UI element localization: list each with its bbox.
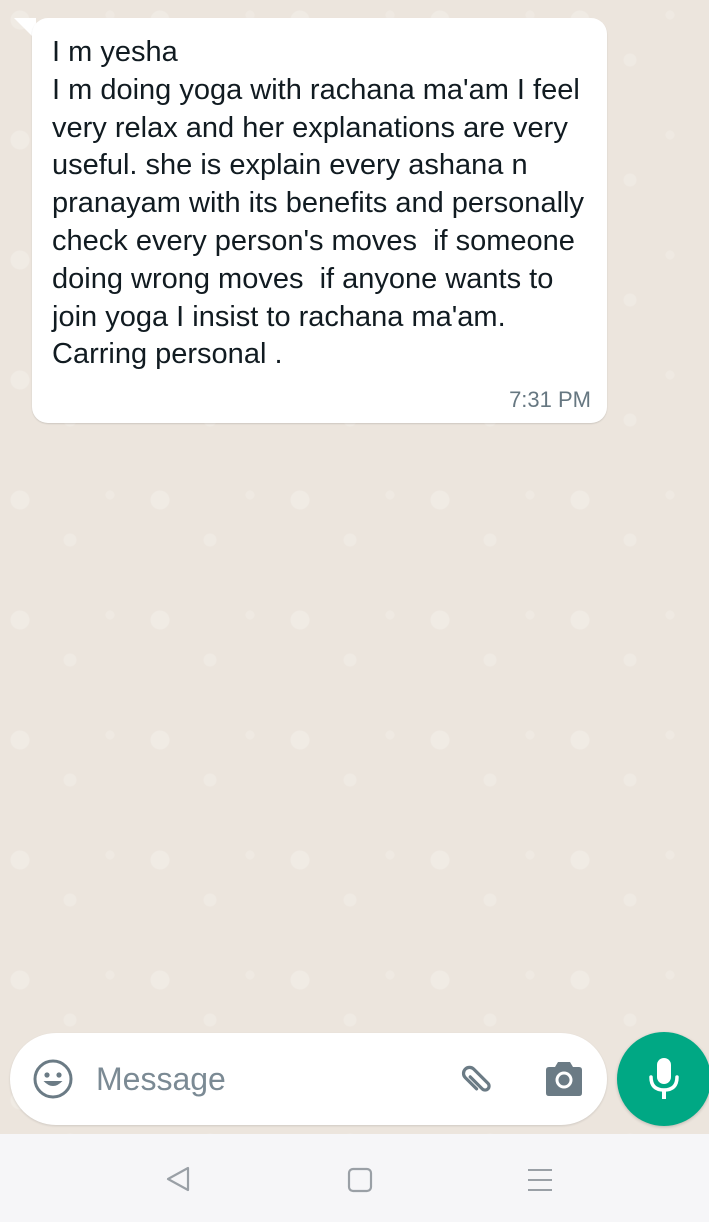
message-timestamp: 7:31 PM (509, 387, 591, 412)
mic-button[interactable] (617, 1032, 709, 1126)
emoji-icon[interactable] (32, 1058, 74, 1100)
system-nav-bar (0, 1134, 709, 1222)
microphone-icon (649, 1058, 679, 1099)
menu-lines-icon[interactable] (526, 1166, 554, 1194)
camera-icon[interactable] (543, 1059, 585, 1099)
message-text: I m yesha I m doing yoga with rachana ma… (52, 36, 584, 371)
back-triangle-icon[interactable] (163, 1164, 193, 1194)
paperclip-icon[interactable] (456, 1057, 500, 1101)
message-input[interactable] (96, 1059, 416, 1099)
home-square-icon[interactable] (347, 1167, 373, 1193)
message-composer (10, 1033, 607, 1125)
message-bubble[interactable]: I m yesha I m doing yoga with rachana ma… (32, 18, 607, 423)
chat-area[interactable]: I m yesha I m doing yoga with rachana ma… (0, 0, 709, 1134)
